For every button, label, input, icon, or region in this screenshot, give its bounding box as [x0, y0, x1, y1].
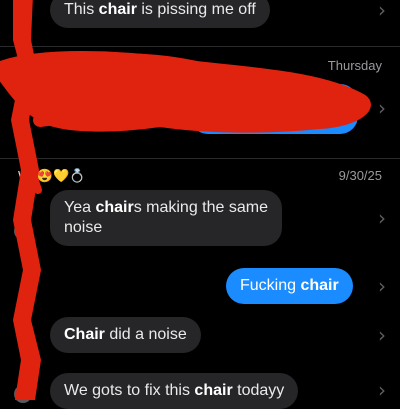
redaction-scribble [0, 0, 371, 400]
